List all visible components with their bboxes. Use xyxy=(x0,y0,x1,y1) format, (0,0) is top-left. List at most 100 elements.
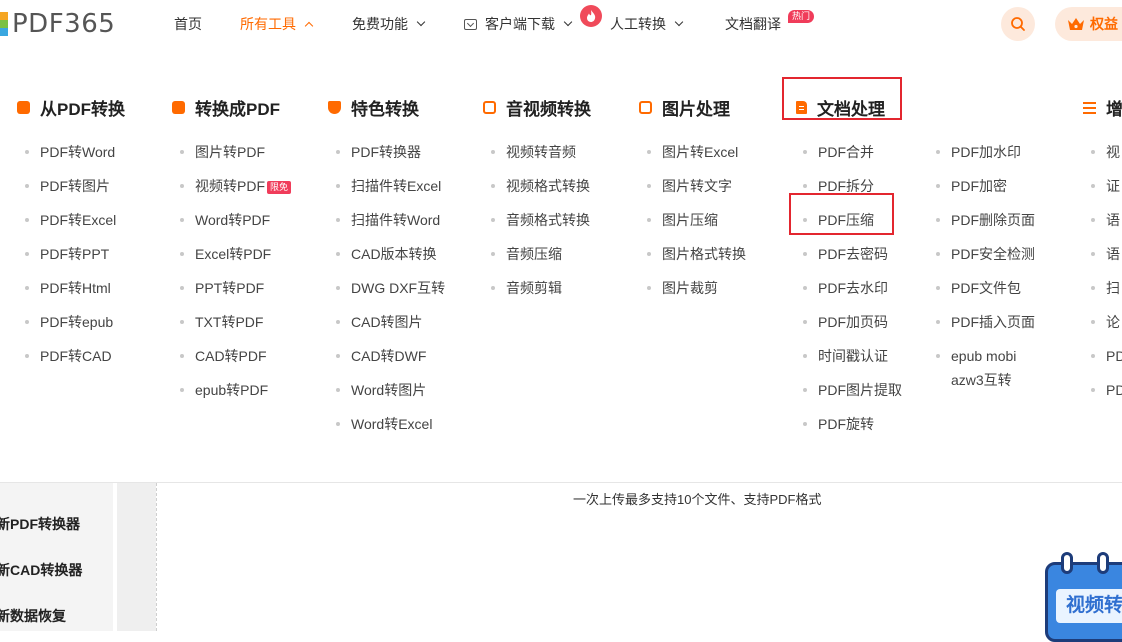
nav-manual-convert[interactable]: 人工转换 xyxy=(610,14,684,34)
bullet-dot xyxy=(25,252,29,256)
tool-link[interactable]: 证 xyxy=(1106,176,1120,196)
tool-link[interactable]: PDF文件包 xyxy=(951,278,1021,298)
tool-link[interactable]: PD xyxy=(1106,380,1122,400)
bullet-dot xyxy=(803,252,807,256)
tool-link[interactable]: PDF插入页面 xyxy=(951,312,1035,332)
rights-button[interactable]: 权益 xyxy=(1055,7,1122,41)
tool-link[interactable]: PDF合并 xyxy=(818,142,874,162)
tool-link-label: 图片转文字 xyxy=(662,178,732,194)
bullet-dot xyxy=(647,218,651,222)
tool-link[interactable]: 视频转PDF 限免 xyxy=(195,176,292,196)
tool-link[interactable]: 图片转Excel xyxy=(662,142,738,162)
bullet-dot xyxy=(180,150,184,154)
tool-link[interactable]: 音频压缩 xyxy=(506,244,562,264)
tool-link-label: PDF转PPT xyxy=(40,246,110,262)
bullet-dot xyxy=(25,184,29,188)
bullet-dot xyxy=(803,218,807,222)
tool-link[interactable]: CAD转PDF xyxy=(195,346,267,366)
bullet-dot xyxy=(1091,320,1095,324)
bullet-dot xyxy=(180,320,184,324)
tool-link[interactable]: Word转图片 xyxy=(351,380,426,400)
tool-link[interactable]: PDF转Excel xyxy=(40,210,116,230)
tool-link[interactable]: azw3互转 xyxy=(951,370,1012,390)
bullet-dot xyxy=(491,184,495,188)
tool-link[interactable]: DWG DXF互转 xyxy=(351,278,445,298)
tool-link-label: 音频剪辑 xyxy=(506,280,562,296)
tool-link-label: PDF去密码 xyxy=(818,246,888,262)
tool-link[interactable]: 扫描件转Word xyxy=(351,210,440,230)
bullet-dot xyxy=(803,320,807,324)
nav-all-tools[interactable]: 所有工具 xyxy=(240,14,314,34)
tool-link[interactable]: Excel转PDF xyxy=(195,244,271,264)
tool-link[interactable]: PDF去水印 xyxy=(818,278,888,298)
tool-link[interactable]: PDF去密码 xyxy=(818,244,888,264)
tool-link[interactable]: 图片格式转换 xyxy=(662,244,746,264)
sidebar-strip xyxy=(117,483,156,631)
tool-link[interactable]: PDF转换器 xyxy=(351,142,421,162)
sidebar-item-pdf-converter[interactable]: 新PDF转换器 xyxy=(0,514,80,534)
nav-all-tools-label: 所有工具 xyxy=(240,16,296,32)
tool-link[interactable]: PPT转PDF xyxy=(195,278,264,298)
tool-link[interactable]: 音频格式转换 xyxy=(506,210,590,230)
tool-link[interactable]: 视频格式转换 xyxy=(506,176,590,196)
tool-link[interactable]: 扫 xyxy=(1106,278,1120,298)
tool-link-label: PDF图片提取 xyxy=(818,382,902,398)
sidebar-item-cad-converter[interactable]: 新CAD转换器 xyxy=(0,560,82,580)
promo-widget[interactable]: 视频转 xyxy=(1045,552,1122,642)
tool-link[interactable]: PDF图片提取 xyxy=(818,380,902,400)
tool-link[interactable]: 视频转音频 xyxy=(506,142,576,162)
tool-link[interactable]: 论 xyxy=(1106,312,1120,332)
tool-link[interactable]: Word转Excel xyxy=(351,414,432,434)
tool-link[interactable]: PDF转epub xyxy=(40,312,113,332)
tool-link[interactable]: 语 xyxy=(1106,210,1120,230)
tool-link-label: TXT转PDF xyxy=(195,314,264,330)
sidebar-item-data-recovery[interactable]: 新数据恢复 xyxy=(0,606,66,626)
tool-link[interactable]: 视 xyxy=(1106,142,1120,162)
tool-link[interactable]: PDF加密 xyxy=(951,176,1007,196)
tool-link[interactable]: PDF加水印 xyxy=(951,142,1021,162)
tool-link[interactable]: PDF压缩 xyxy=(818,210,874,230)
tool-link[interactable]: Word转PDF xyxy=(195,210,270,230)
tool-link[interactable]: PDF转CAD xyxy=(40,346,112,366)
tool-link[interactable]: epub mobi xyxy=(951,346,1016,366)
tool-link[interactable]: 图片转文字 xyxy=(662,176,732,196)
search-button[interactable] xyxy=(1001,7,1035,41)
logo[interactable]: PDF365 xyxy=(0,9,115,39)
tool-link-label: 语 xyxy=(1106,246,1120,262)
tool-link[interactable]: 时间戳认证 xyxy=(818,346,888,366)
tool-link[interactable]: PDF加页码 xyxy=(818,312,888,332)
bullet-dot xyxy=(336,286,340,290)
category-more: 增 xyxy=(1083,96,1122,119)
tool-link[interactable]: PDF安全检测 xyxy=(951,244,1035,264)
tool-link[interactable]: epub转PDF xyxy=(195,380,268,400)
nav-home[interactable]: 首页 xyxy=(174,14,202,34)
bullet-dot xyxy=(1091,388,1095,392)
tool-link[interactable]: PDF转Html xyxy=(40,278,111,298)
tool-link[interactable]: PDF旋转 xyxy=(818,414,874,434)
bullet-dot xyxy=(647,286,651,290)
tool-link[interactable]: CAD版本转换 xyxy=(351,244,437,264)
nav-doc-translate[interactable]: 文档翻译 xyxy=(725,14,781,34)
tool-link[interactable]: PD xyxy=(1106,346,1122,366)
nav-client-download[interactable]: 客户端下载 xyxy=(464,14,573,34)
tool-link[interactable]: 图片转PDF xyxy=(195,142,265,162)
tool-link[interactable]: 图片压缩 xyxy=(662,210,718,230)
tool-link[interactable]: PDF转PPT xyxy=(40,244,109,264)
tool-link[interactable]: 语 xyxy=(1106,244,1120,264)
tool-link[interactable]: PDF转Word xyxy=(40,142,115,162)
bullet-dot xyxy=(647,252,651,256)
upload-hint: 一次上传最多支持10个文件、支持PDF格式 xyxy=(573,492,822,507)
tool-link[interactable]: CAD转图片 xyxy=(351,312,423,332)
tool-link[interactable]: CAD转DWF xyxy=(351,346,426,366)
tool-link[interactable]: PDF删除页面 xyxy=(951,210,1035,230)
tool-link[interactable]: 扫描件转Excel xyxy=(351,176,441,196)
bullet-dot xyxy=(491,252,495,256)
nav-free-features[interactable]: 免费功能 xyxy=(352,14,426,34)
tool-link[interactable]: TXT转PDF xyxy=(195,312,263,332)
tool-link[interactable]: 图片裁剪 xyxy=(662,278,718,298)
tool-link[interactable]: 音频剪辑 xyxy=(506,278,562,298)
tool-link[interactable]: PDF转图片 xyxy=(40,176,110,196)
tool-link-label: 视频格式转换 xyxy=(506,178,590,194)
tool-link[interactable]: PDF拆分 xyxy=(818,176,874,196)
tool-link-label: CAD转图片 xyxy=(351,314,423,330)
